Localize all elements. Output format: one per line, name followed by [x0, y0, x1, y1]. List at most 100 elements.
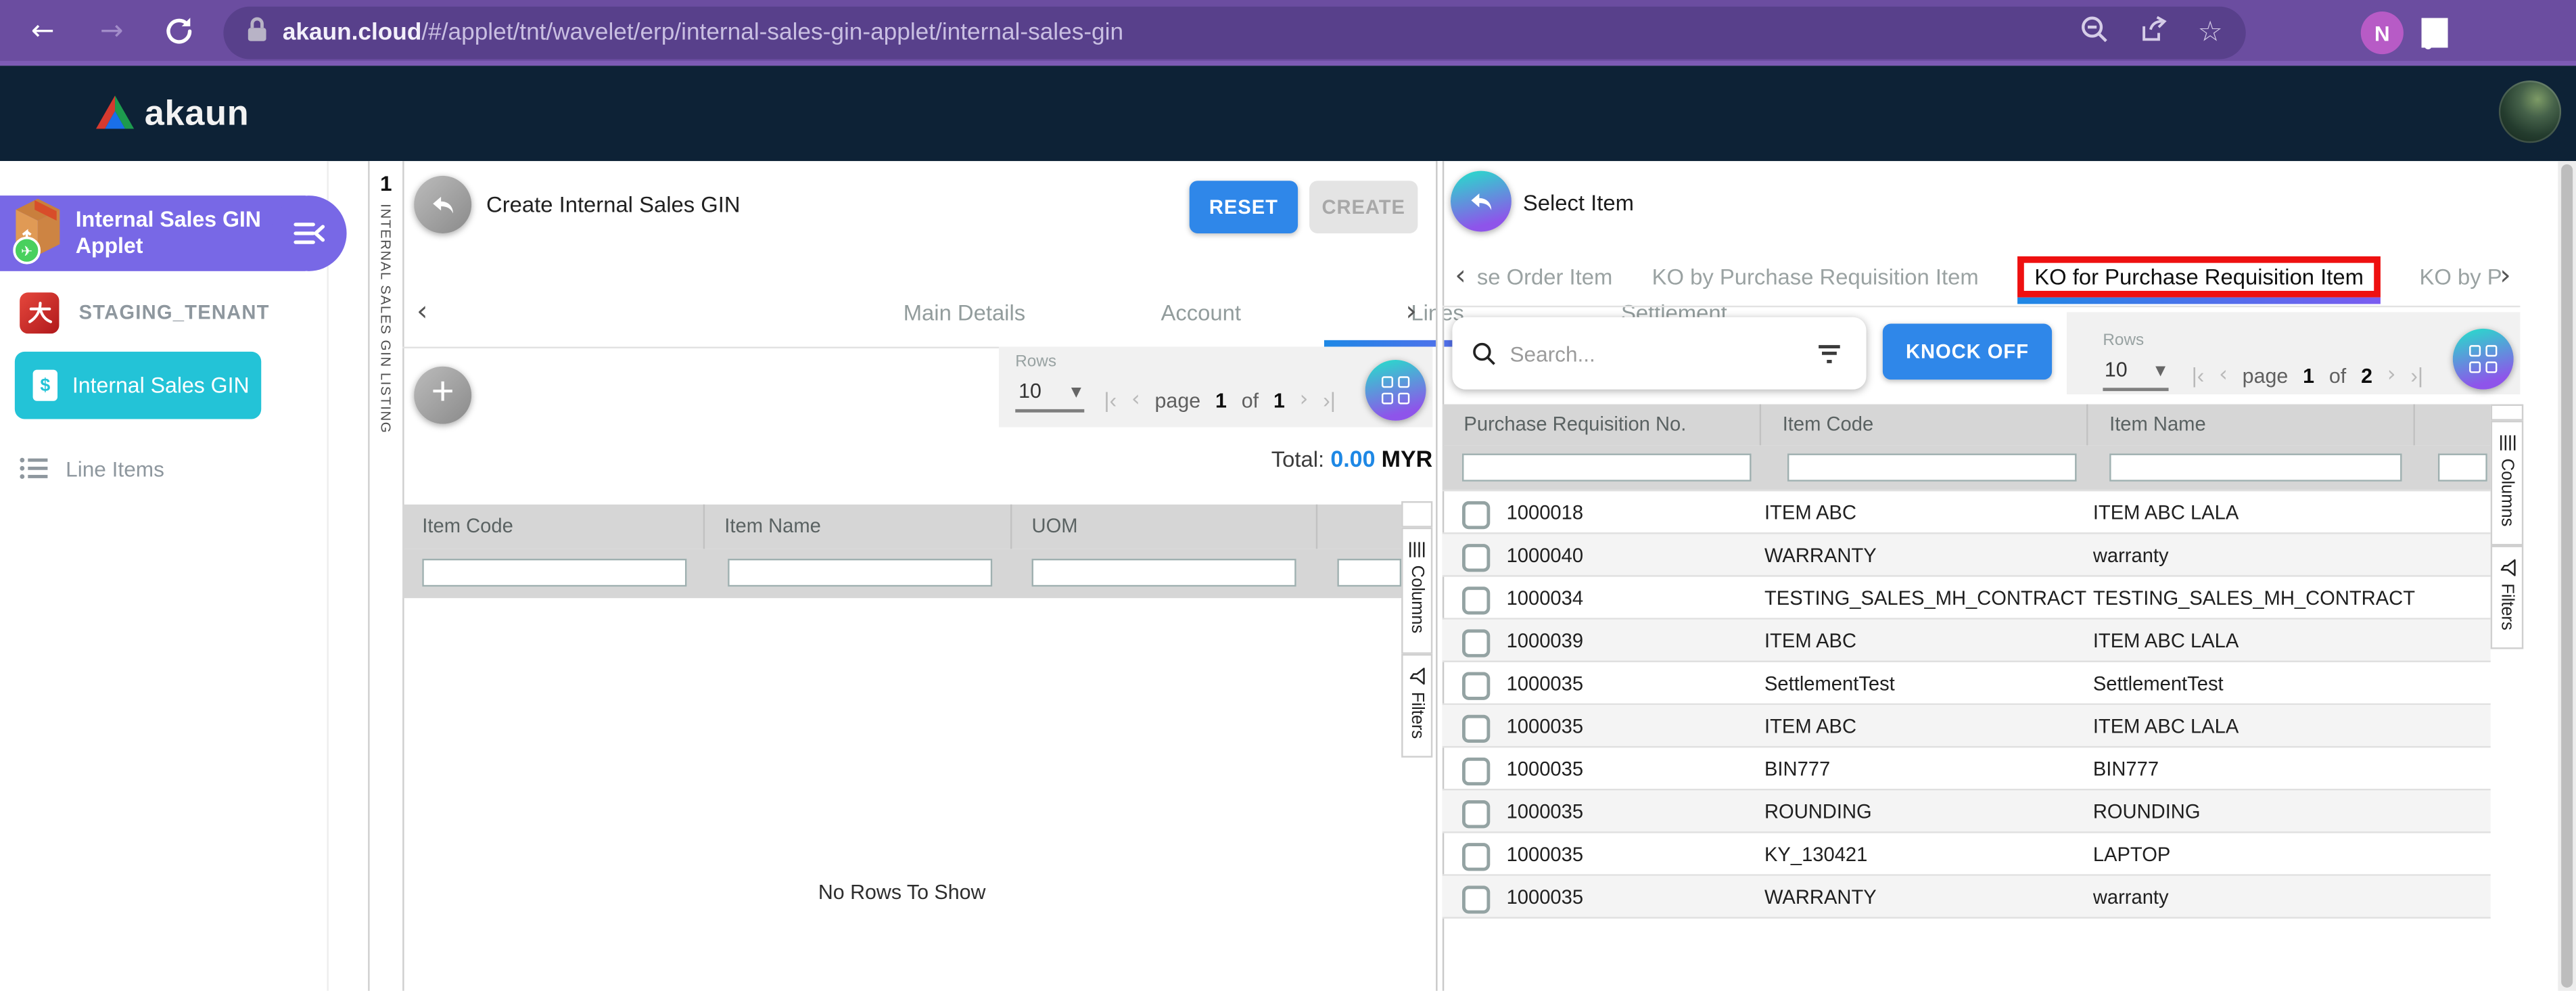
table-row[interactable]: 1000035 KY_130421 LAPTOP — [1442, 833, 2491, 876]
listing-vertical-tab[interactable]: 1 INTERNAL SALES GIN LISTING — [368, 161, 404, 991]
table-row[interactable]: 1000035 ITEM ABC ITEM ABC LALA — [1442, 705, 2491, 748]
filter-input-item-code[interactable] — [422, 558, 687, 587]
select-tabs-scroll-left-icon[interactable]: ‹ — [1449, 246, 1472, 305]
bookmark-star-icon[interactable]: ☆ — [2198, 16, 2223, 49]
first-page-icon[interactable]: |‹ — [1104, 388, 1117, 412]
row-checkbox[interactable] — [1461, 843, 1491, 871]
sidebar-collapse-button[interactable] — [271, 195, 347, 271]
cell-item-code: WARRANTY — [1764, 544, 1877, 568]
table-row[interactable]: 1000035 SettlementTest SettlementTest — [1442, 662, 2491, 706]
select-col-header-col4 — [2415, 405, 2491, 446]
total-amount: Total: 0.00 MYR — [1271, 445, 1433, 472]
prev-page-icon[interactable]: ‹ — [2219, 363, 2228, 388]
browser-reload-icon[interactable] — [162, 15, 195, 56]
module-label: Internal Sales GIN — [72, 373, 250, 398]
last-page-icon[interactable]: ›| — [2410, 363, 2423, 388]
tenant-label: STAGING_TENANT — [78, 300, 270, 324]
row-checkbox[interactable] — [1461, 800, 1491, 829]
first-page-icon[interactable]: |‹ — [2192, 363, 2205, 388]
page-scrollbar[interactable] — [2558, 161, 2576, 991]
sidebar-item-line-items[interactable]: Line Items — [0, 447, 327, 490]
select-rows-select[interactable]: 10 — [2105, 359, 2128, 382]
row-checkbox[interactable] — [1461, 672, 1491, 700]
url-text: akaun.cloud/#/applet/tnt/wavelet/erp/int… — [282, 20, 1124, 47]
table-row[interactable]: 1000035 BIN777 BIN777 — [1442, 747, 2491, 791]
rows-per-page-select[interactable]: 10 — [1018, 379, 1041, 402]
filter-input-item-name[interactable] — [728, 558, 993, 587]
row-checkbox[interactable] — [1461, 501, 1491, 530]
next-page-icon[interactable]: › — [1300, 388, 1309, 412]
select-tab-ko-for-purchase-requisition-item-annotated[interactable]: KO for Purchase Requisition Item — [2017, 255, 2381, 304]
sidebar-item-internal-sales-gin[interactable]: $ Internal Sales GIN — [14, 351, 262, 419]
table-row[interactable]: 1000034 TESTING_SALES_MH_CONTRACT TESTING_… — [1442, 577, 2491, 620]
svg-text:✈: ✈ — [21, 242, 32, 258]
grid-icon — [2469, 345, 2497, 373]
last-page-icon[interactable]: ›| — [1323, 388, 1336, 412]
select-tabs-scroll-right-icon[interactable]: › — [2494, 246, 2517, 305]
cell-item-name: SettlementTest — [2092, 672, 2224, 695]
share-icon[interactable] — [2138, 14, 2168, 52]
row-checkbox[interactable] — [1461, 629, 1491, 658]
package-icon: ✈ — [5, 195, 70, 272]
table-row[interactable]: 1000018 ITEM ABC ITEM ABC LALA — [1442, 491, 2491, 534]
cell-item-name: ROUNDING — [2092, 800, 2201, 824]
row-checkbox[interactable] — [1461, 544, 1491, 572]
filter-input-4[interactable] — [1337, 558, 1402, 587]
search-box[interactable]: Search... — [1452, 317, 1867, 390]
add-line-button[interactable]: + — [414, 366, 472, 424]
select-columns-tab[interactable]: Columns — [2490, 420, 2524, 546]
address-bar[interactable]: akaun.cloud/#/applet/tnt/wavelet/erp/int… — [223, 6, 2246, 60]
user-avatar[interactable] — [2498, 80, 2562, 143]
browser-profile-avatar[interactable]: N — [2360, 11, 2404, 55]
select-column-layout-button[interactable] — [2452, 328, 2514, 390]
browser-back-icon[interactable]: ← — [23, 11, 62, 51]
prev-page-icon[interactable]: ‹ — [1131, 388, 1140, 412]
select-table-filter-row — [1442, 445, 2491, 490]
back-arrow-icon — [433, 195, 453, 213]
tab-scroll-right-icon[interactable]: › — [1395, 279, 1428, 347]
main-filters-tab[interactable]: Filters — [1401, 653, 1433, 758]
row-checkbox[interactable] — [1461, 885, 1491, 914]
scrollbar-thumb[interactable] — [2561, 164, 2573, 988]
table-row[interactable]: 1000035 ROUNDING ROUNDING — [1442, 790, 2491, 833]
rows-caret-icon[interactable]: ▼ — [1071, 384, 1081, 399]
knock-off-button[interactable]: KNOCK OFF — [1882, 323, 2053, 380]
main-columns-tab[interactable]: Columns — [1401, 527, 1433, 654]
cell-pr-no: 1000035 — [1506, 800, 1584, 824]
next-page-icon[interactable]: › — [2387, 363, 2396, 388]
table-row[interactable]: 1000035 WARRANTY warranty — [1442, 875, 2491, 919]
select-table-body: 1000018 ITEM ABC ITEM ABC LALA 1000040 WARRA… — [1442, 489, 2491, 919]
column-layout-button[interactable] — [1365, 359, 1426, 421]
tab-scroll-left-icon[interactable]: ‹ — [407, 279, 437, 347]
zoom-out-icon[interactable] — [2080, 14, 2109, 52]
select-table-header: Purchase Requisition No. Item Code Item Na… — [1442, 404, 2491, 446]
reset-button[interactable]: RESET — [1189, 181, 1298, 233]
browser-forward-icon[interactable]: → — [92, 11, 131, 51]
select-col-header-item-code: Item Code — [1761, 404, 2088, 446]
filter-list-icon[interactable] — [1819, 344, 1840, 363]
filter-input-4[interactable] — [2437, 453, 2487, 482]
main-tab-main-details[interactable]: Main Details — [846, 279, 1083, 347]
filter-input-pr-no[interactable] — [1461, 453, 1752, 482]
row-checkbox[interactable] — [1461, 757, 1491, 786]
tenant-row[interactable]: STAGING_TENANT — [0, 290, 327, 336]
select-filters-tab[interactable]: Filters — [2490, 545, 2524, 649]
browser-menu-icon[interactable] — [2425, 21, 2431, 49]
row-checkbox[interactable] — [1461, 714, 1491, 743]
create-button[interactable]: CREATE — [1309, 181, 1418, 233]
row-checkbox[interactable] — [1461, 586, 1491, 615]
cell-item-name: TESTING_SALES_MH_CONTRACT — [2092, 586, 2416, 610]
table-row[interactable]: 1000040 WARRANTY warranty — [1442, 534, 2491, 577]
select-tab-se-order-item[interactable]: se Order Item — [1477, 264, 1612, 288]
select-tab-ko-by-p[interactable]: KO by P — [2420, 264, 2502, 288]
table-row[interactable]: 1000039 ITEM ABC ITEM ABC LALA — [1442, 619, 2491, 662]
select-tab-ko-by-purchase-requisition-item[interactable]: KO by Purchase Requisition Item — [1652, 264, 1979, 288]
select-rows-caret-icon[interactable]: ▼ — [2155, 363, 2165, 378]
filter-input-item-code[interactable] — [1787, 453, 2077, 482]
filter-input-item-name[interactable] — [2109, 453, 2402, 482]
search-icon — [1473, 342, 1495, 365]
filter-input-uom[interactable] — [1031, 558, 1296, 587]
main-tab-account[interactable]: Account — [1083, 279, 1319, 347]
select-item-back-button[interactable] — [1450, 170, 1512, 232]
back-button[interactable] — [414, 175, 472, 233]
